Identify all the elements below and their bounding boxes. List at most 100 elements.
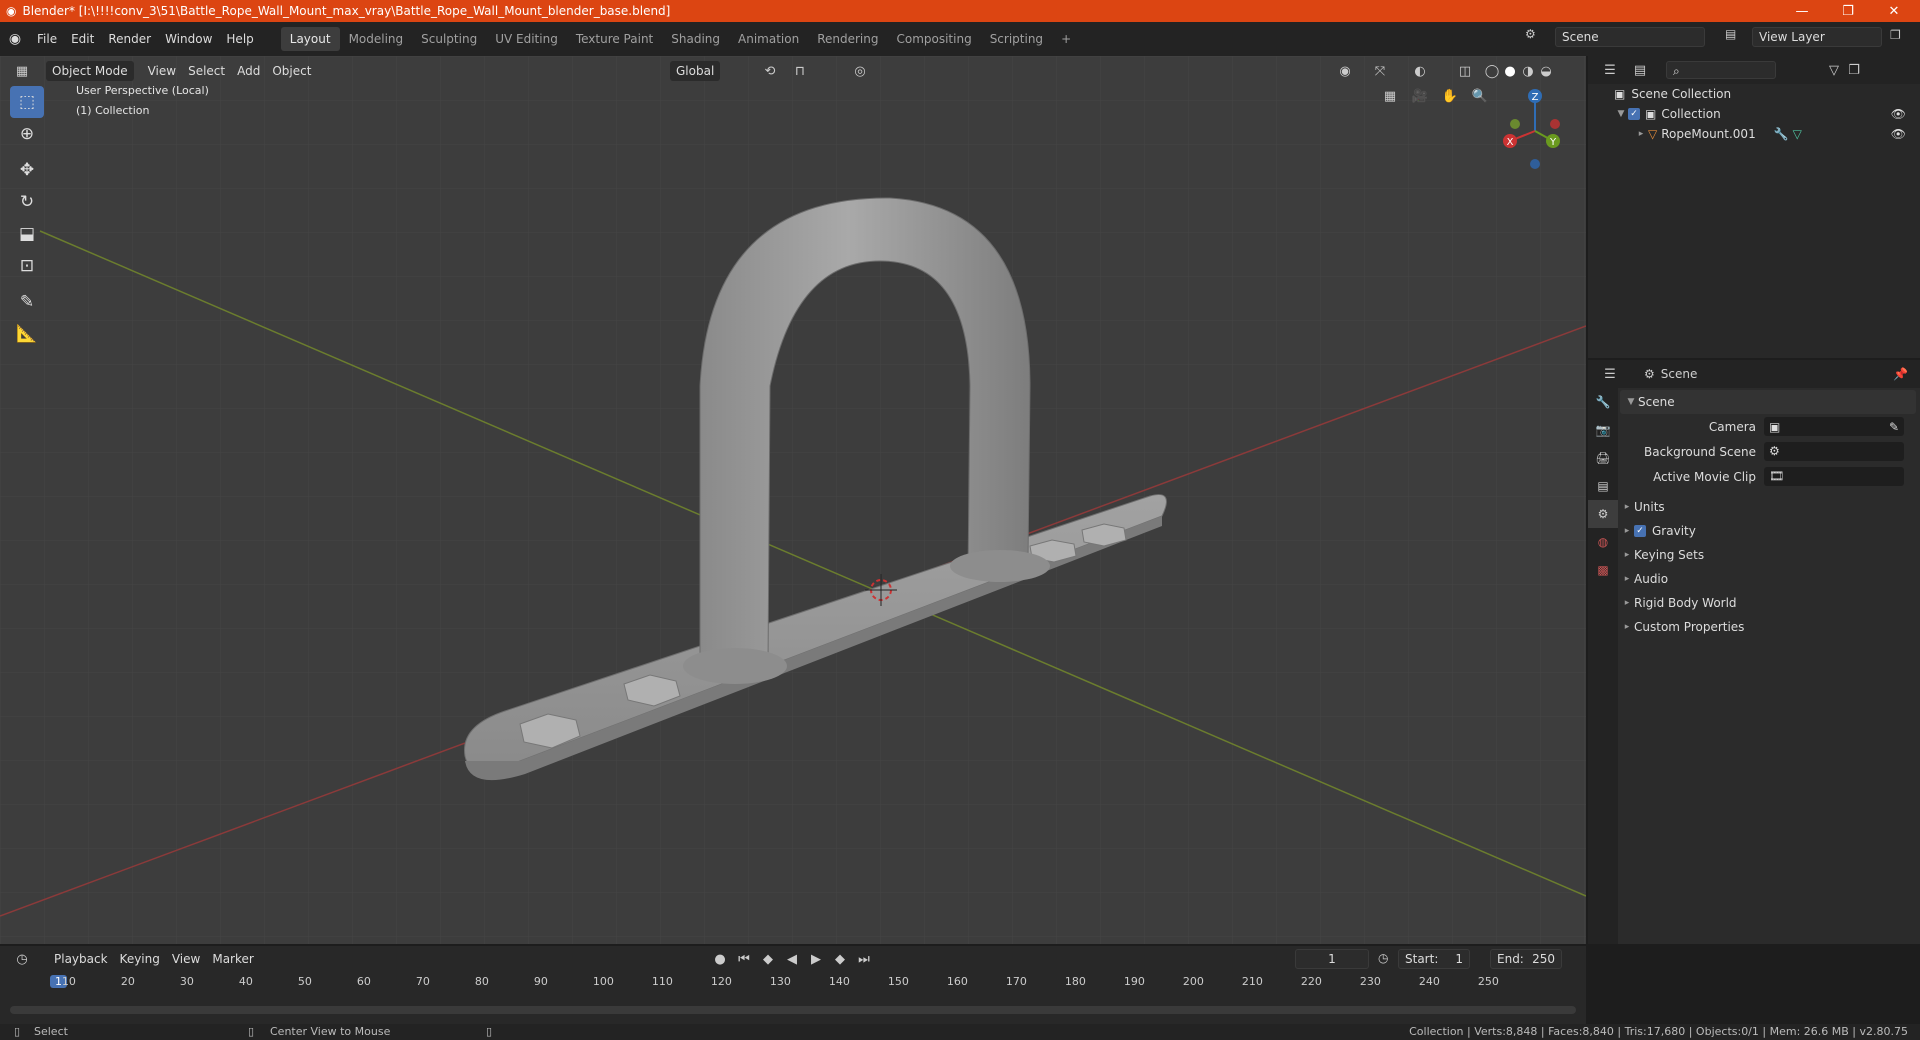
orientation-selector[interactable]: Global: [670, 61, 721, 81]
navigation-gizmo[interactable]: Z X Y: [1495, 86, 1575, 176]
select-box-tool-icon[interactable]: ⬚: [10, 86, 44, 118]
world-tab-icon[interactable]: ◍: [1588, 528, 1618, 556]
menu-render[interactable]: Render: [101, 27, 158, 51]
material-shading-icon[interactable]: ◑: [1518, 61, 1538, 81]
scale-tool-icon[interactable]: ⬓: [10, 218, 44, 250]
viewport-menu-view[interactable]: View: [142, 61, 182, 81]
timeline-scrollbar[interactable]: [10, 1006, 1576, 1014]
outliner-row-collection[interactable]: ▼ ✓ ▣ Collection 👁: [1588, 104, 1920, 124]
section-rigid-body-world[interactable]: ▸ Rigid Body World: [1620, 591, 1916, 615]
tool-tab-icon[interactable]: 🔧: [1588, 388, 1618, 416]
menu-file[interactable]: File: [30, 27, 64, 51]
timeline-editor-icon[interactable]: ◷: [12, 949, 32, 969]
rotate-tool-icon[interactable]: ↻: [10, 186, 44, 218]
tab-rendering[interactable]: Rendering: [808, 27, 887, 51]
eyedropper-icon[interactable]: ✎: [1889, 420, 1899, 434]
viewport-menu-object[interactable]: Object: [266, 61, 317, 81]
timeline-menu-keying[interactable]: Keying: [114, 949, 166, 969]
camera-view-icon[interactable]: 🎥: [1410, 86, 1430, 106]
scene-selector[interactable]: Scene: [1555, 27, 1705, 47]
properties-editor-icon[interactable]: ☰: [1600, 364, 1620, 384]
next-keyframe-icon[interactable]: ◆: [830, 949, 850, 969]
collection-checkbox[interactable]: ✓: [1628, 108, 1640, 120]
scene-tab-icon[interactable]: ⚙: [1588, 500, 1618, 528]
overlays-icon[interactable]: ◐: [1410, 61, 1430, 81]
editor-type-icon[interactable]: ▦: [12, 61, 32, 81]
start-frame-field[interactable]: Start: 1: [1398, 949, 1470, 969]
menu-window[interactable]: Window: [158, 27, 219, 51]
display-mode-icon[interactable]: ▤: [1630, 60, 1650, 80]
gizmo-toggle-icon[interactable]: ⤧: [1370, 61, 1390, 81]
timeline-menu-playback[interactable]: Playback: [48, 949, 114, 969]
new-collection-icon[interactable]: ❐: [1844, 60, 1864, 80]
view-layer-selector[interactable]: View Layer: [1752, 27, 1882, 47]
toggle-camera-icon[interactable]: ▦: [1380, 86, 1400, 106]
visibility-icon[interactable]: ◉: [1335, 61, 1355, 81]
view-layer-icon[interactable]: ▤: [1725, 27, 1736, 41]
new-view-layer-icon[interactable]: ❐: [1890, 28, 1901, 42]
maximize-button[interactable]: ❐: [1826, 0, 1870, 22]
outliner-row-object[interactable]: ▸ ▽ RopeMount.001 🔧 ▽ 👁: [1588, 124, 1920, 144]
camera-field[interactable]: ▣ ✎: [1764, 417, 1904, 436]
clock-icon[interactable]: ◷: [1378, 951, 1388, 965]
current-frame-field[interactable]: 1: [1295, 949, 1369, 969]
snap-icon[interactable]: ⊓: [790, 61, 810, 81]
xray-icon[interactable]: ◫: [1455, 61, 1475, 81]
close-button[interactable]: ✕: [1872, 0, 1916, 22]
play-icon[interactable]: ▶: [806, 949, 826, 969]
tab-shading[interactable]: Shading: [662, 27, 729, 51]
move-tool-icon[interactable]: ✥: [10, 154, 44, 186]
menu-help[interactable]: Help: [219, 27, 260, 51]
object-eye-icon[interactable]: 👁: [1891, 127, 1906, 141]
cursor-tool-icon[interactable]: ⊕: [10, 118, 44, 150]
viewport-menu-select[interactable]: Select: [182, 61, 231, 81]
outliner-editor-icon[interactable]: ☰: [1600, 60, 1620, 80]
tab-uv-editing[interactable]: UV Editing: [486, 27, 567, 51]
add-workspace-button[interactable]: +: [1052, 27, 1080, 51]
rendered-shading-icon[interactable]: ◒: [1536, 61, 1556, 81]
section-keying-sets[interactable]: ▸ Keying Sets: [1620, 543, 1916, 567]
jump-end-icon[interactable]: ⏭: [854, 949, 874, 969]
blender-menu-icon[interactable]: ◉: [0, 31, 30, 47]
play-reverse-icon[interactable]: ◀: [782, 949, 802, 969]
pin-icon[interactable]: 📌: [1893, 367, 1908, 381]
3d-viewport[interactable]: ▦ Object Mode View Select Add Object Glo…: [0, 56, 1586, 944]
tab-modeling[interactable]: Modeling: [340, 27, 413, 51]
tab-scripting[interactable]: Scripting: [981, 27, 1052, 51]
scene-icon[interactable]: ⚙: [1525, 27, 1536, 41]
active-movie-clip-field[interactable]: 🎞: [1764, 467, 1904, 486]
view-layer-tab-icon[interactable]: ▤: [1588, 472, 1618, 500]
jump-start-icon[interactable]: ⏮: [734, 949, 754, 969]
pivot-icon[interactable]: ⟲: [760, 61, 780, 81]
annotate-tool-icon[interactable]: ✎: [10, 286, 44, 318]
outliner-search-input[interactable]: ⌕: [1666, 61, 1776, 79]
proportional-edit-icon[interactable]: ◎: [850, 61, 870, 81]
output-tab-icon[interactable]: 🖨: [1588, 444, 1618, 472]
texture-tab-icon[interactable]: ▩: [1588, 556, 1618, 584]
minimize-button[interactable]: —: [1780, 0, 1824, 22]
timeline-menu-marker[interactable]: Marker: [206, 949, 259, 969]
menu-edit[interactable]: Edit: [64, 27, 101, 51]
end-frame-field[interactable]: End: 250: [1490, 949, 1562, 969]
transform-tool-icon[interactable]: ⊡: [10, 250, 44, 282]
prev-keyframe-icon[interactable]: ◆: [758, 949, 778, 969]
viewport-menu-add[interactable]: Add: [231, 61, 266, 81]
frame-ruler[interactable]: 1 10 20 30 40 50 60 70 80 90 100 110 120 130 140 150 160…: [0, 972, 1586, 992]
outliner-row-scene-collection[interactable]: ▣ Scene Collection: [1588, 84, 1920, 104]
tab-layout[interactable]: Layout: [280, 27, 340, 51]
filter-icon[interactable]: ▽: [1824, 60, 1844, 80]
object-chevron-icon[interactable]: ▸: [1634, 129, 1648, 139]
scene-panel-header[interactable]: ▼ Scene: [1620, 390, 1916, 414]
timeline-menu-view[interactable]: View: [166, 949, 206, 969]
collection-eye-icon[interactable]: 👁: [1891, 107, 1906, 121]
pan-view-icon[interactable]: ✋: [1440, 86, 1460, 106]
render-tab-icon[interactable]: 📷: [1588, 416, 1618, 444]
expand-chevron-icon[interactable]: ▼: [1614, 109, 1628, 119]
section-audio[interactable]: ▸ Audio: [1620, 567, 1916, 591]
tab-texture-paint[interactable]: Texture Paint: [567, 27, 662, 51]
mode-selector[interactable]: Object Mode: [46, 61, 134, 81]
section-custom-properties[interactable]: ▸ Custom Properties: [1620, 615, 1916, 639]
section-gravity[interactable]: ▸ ✓ Gravity: [1620, 519, 1916, 543]
record-icon[interactable]: ●: [710, 949, 730, 969]
measure-tool-icon[interactable]: 📐: [10, 318, 44, 350]
